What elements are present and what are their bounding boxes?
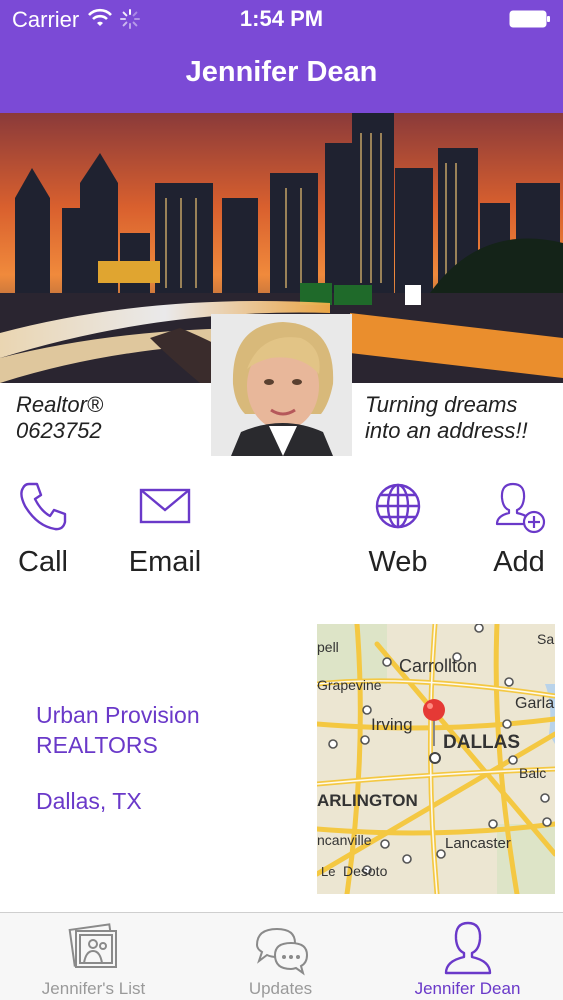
office-city: Dallas, TX [36,788,142,814]
web-button[interactable]: Web [343,478,453,578]
status-time: 1:54 PM [239,6,324,31]
location-map[interactable]: pell Sa Carrollton Grapevine Garla Irvin… [317,624,555,894]
add-contact-icon [495,482,546,534]
navigation-bar: Carrier 1:54 PM Jennifer Dean [0,0,563,113]
chat-bubbles-icon [255,927,308,976]
email-button[interactable]: Email [110,478,220,578]
map-label-grapevine: Grapevine [317,677,382,693]
photos-icon [68,923,117,968]
call-button[interactable]: Call [0,478,98,578]
tab-label-updates: Updates [248,979,313,998]
tagline-line-2: into an address!! [365,418,528,443]
tab-label-jennifers-list: Jennifer's List [41,979,146,998]
page-title: Jennifer Dean [185,56,378,88]
call-label: Call [18,546,68,578]
person-icon [444,921,491,975]
tab-updates[interactable]: Updates [187,913,374,1000]
email-label: Email [128,546,202,578]
agent-license-number: 0623752 [16,418,102,443]
agent-role: Realtor® [16,392,104,417]
status-bar: Carrier 1:54 PM [0,0,563,38]
globe-icon [375,483,421,529]
battery-icon [509,10,550,28]
office-name-line-1: Urban Provision [36,702,200,728]
map-label-dallas: DALLAS [443,732,520,753]
office-name-line-2: REALTORS [36,732,158,758]
envelope-icon [139,488,191,524]
map-label-irving: Irving [371,715,413,734]
map-label-arlington: ARLINGTON [317,791,418,810]
map-label-duncanville: ncanville [317,832,372,848]
map-label-lancaster: Lancaster [445,835,511,852]
web-label: Web [368,546,428,578]
tab-jennifers-list[interactable]: Jennifer's List [0,913,187,1000]
map-label-desoto: Desoto [343,863,388,879]
agent-portrait-photo [211,314,352,456]
agent-tagline: Turning dreams into an address!! [365,392,528,444]
tab-bar: Jennifer's List Updates Jennifer Dean [0,912,563,1000]
map-label-coppell: pell [317,639,339,655]
map-label-balch: Balc [519,765,546,781]
tab-label-jennifer-dean: Jennifer Dean [414,979,521,998]
office-name[interactable]: Urban Provision REALTORS [36,700,200,760]
map-label-garland: Garla [515,695,554,712]
phone-icon [20,482,67,531]
agent-title: Realtor® 0623752 [16,392,103,444]
map-label-carrollton: Carrollton [399,656,477,676]
add-contact-button[interactable]: Add [464,478,563,578]
tab-jennifer-dean[interactable]: Jennifer Dean [374,913,561,1000]
map-label-cedar-hill: Le [321,864,335,879]
add-label: Add [493,546,545,578]
tagline-line-1: Turning dreams [365,392,518,417]
map-label-sachse: Sa [537,631,554,647]
